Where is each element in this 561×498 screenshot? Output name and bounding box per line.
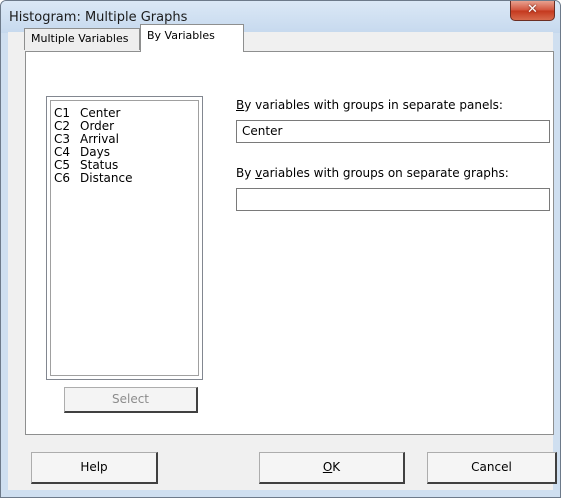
select-button-label: Select xyxy=(111,392,150,406)
by-panels-input[interactable]: Center xyxy=(236,120,550,143)
tab-label: Multiple Variables xyxy=(31,32,129,45)
by-graphs-input[interactable] xyxy=(236,188,550,211)
select-button[interactable]: Select xyxy=(64,387,198,413)
by-panels-label: By variables with groups in separate pan… xyxy=(236,98,503,112)
list-item[interactable]: C6 Distance xyxy=(54,172,198,185)
by-graphs-label: By variables with groups on separate gra… xyxy=(236,166,509,180)
help-button-label: Help xyxy=(80,460,108,474)
ok-button-label: K xyxy=(332,460,341,474)
cancel-button[interactable]: Cancel xyxy=(427,452,557,484)
cancel-button-label: Cancel xyxy=(471,460,512,474)
help-button[interactable]: Help xyxy=(31,452,158,484)
tab-label: By Variables xyxy=(147,29,215,42)
variable-list[interactable]: C1 Center C2 Order C3 Arrival C4 Days C5 Stat… xyxy=(46,96,203,380)
ok-button[interactable]: OK xyxy=(259,452,405,484)
tab-panel-by-variables: C1 Center C2 Order C3 Arrival C4 Days C5 Stat… xyxy=(25,51,554,435)
variable-list-inner: C1 Center C2 Order C3 Arrival C4 Days C5 Stat… xyxy=(50,100,199,376)
by-panels-value: Center xyxy=(242,124,283,138)
tab-by-variables[interactable]: By Variables xyxy=(140,24,244,52)
list-item[interactable]: C4 Days xyxy=(54,146,198,159)
close-icon: ✕ xyxy=(527,2,538,17)
list-item[interactable]: C2 Order xyxy=(54,120,198,133)
ok-button-mnemonic: O xyxy=(322,460,333,474)
window-title: Histogram: Multiple Graphs xyxy=(9,10,188,25)
list-item[interactable]: C3 Arrival xyxy=(54,133,198,146)
list-item[interactable]: C1 Center xyxy=(54,107,198,120)
close-button[interactable]: ✕ xyxy=(510,1,555,21)
tab-multiple-variables[interactable]: Multiple Variables xyxy=(24,28,140,50)
